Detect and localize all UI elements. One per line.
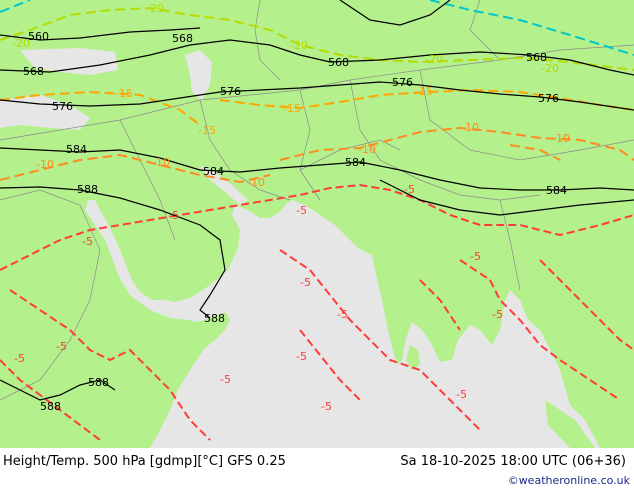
temp-label: -10 <box>358 143 376 156</box>
height-label: 568 <box>23 65 44 78</box>
temp-label: -10 <box>461 121 479 134</box>
height-label: 576 <box>392 76 413 89</box>
temp-label: -5 <box>14 352 25 365</box>
temp-label: -5 <box>337 308 348 321</box>
credit-link[interactable]: ©weatheronline.co.uk <box>508 474 630 487</box>
temp-label: -20 <box>425 53 443 66</box>
map-canvas: 560 568 568 568 568 576 576 576 576 584 … <box>0 0 634 448</box>
temp-label: -5 <box>470 250 481 263</box>
temp-label: -15 <box>415 85 433 98</box>
temp-label: -5 <box>492 308 503 321</box>
temp-label: -5 <box>296 204 307 217</box>
temp-label: -5 <box>82 235 93 248</box>
temp-label: -20 <box>12 37 30 50</box>
temp-label: -5 <box>296 350 307 363</box>
height-label: 588 <box>40 400 61 413</box>
height-label: 584 <box>203 165 224 178</box>
temp-label: -5 <box>300 276 311 289</box>
temp-label: -5 <box>321 400 332 413</box>
height-label: 576 <box>220 85 241 98</box>
temp-label: -15 <box>283 102 301 115</box>
height-label: 588 <box>88 376 109 389</box>
height-label: 584 <box>345 156 366 169</box>
temp-label: -20 <box>146 2 164 15</box>
height-label: 576 <box>538 92 559 105</box>
temp-label: -10 <box>36 158 54 171</box>
temp-label: -10 <box>552 132 570 145</box>
height-label: 584 <box>546 184 567 197</box>
height-label: 560 <box>28 30 49 43</box>
height-label: 576 <box>52 100 73 113</box>
height-label: 588 <box>77 183 98 196</box>
temp-label: -20 <box>290 39 308 52</box>
temp-label: -20 <box>541 62 559 75</box>
temp-label: -5 <box>456 388 467 401</box>
temp-label: -5 <box>404 183 415 196</box>
temp-label: -15 <box>115 87 133 100</box>
height-label: 588 <box>204 312 225 325</box>
temp-label: -10 <box>152 156 170 169</box>
map-footer: Height/Temp. 500 hPa [gdmp][°C] GFS 0.25… <box>0 448 634 490</box>
temp-label: -10 <box>247 176 265 189</box>
map-title: Height/Temp. 500 hPa [gdmp][°C] GFS 0.25 <box>3 454 286 469</box>
temp-label: -5 <box>168 209 179 222</box>
height-label: 568 <box>172 32 193 45</box>
temp-label: -15 <box>198 124 216 137</box>
temp-label: -5 <box>56 340 67 353</box>
temp-label: -5 <box>220 373 231 386</box>
weather-map: 560 568 568 568 568 576 576 576 576 584 … <box>0 0 634 448</box>
height-label: 568 <box>328 56 349 69</box>
height-label: 584 <box>66 143 87 156</box>
forecast-datetime: Sa 18-10-2025 18:00 UTC (06+36) <box>400 454 626 469</box>
